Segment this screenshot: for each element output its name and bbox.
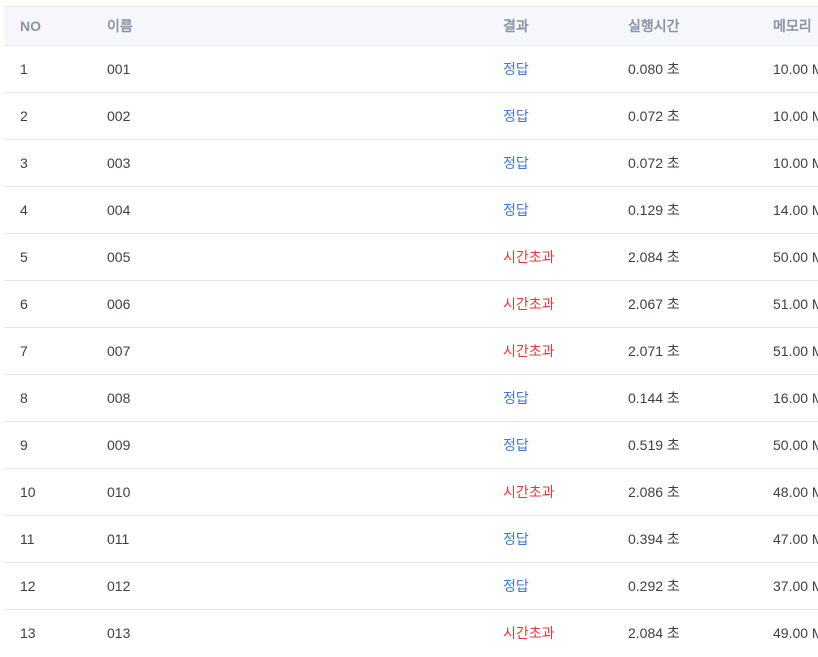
- cell-no: 10: [20, 484, 36, 500]
- cell-name: 005: [107, 249, 131, 265]
- cell-result: 정답: [503, 390, 529, 406]
- table-row: 13 013 시간초과 2.084 초 49.00 MB: [4, 610, 818, 657]
- cell-name: 003: [107, 155, 131, 171]
- cell-result: 시간초과: [503, 296, 555, 312]
- cell-no: 1: [20, 61, 28, 77]
- cell-result: 시간초과: [503, 249, 555, 265]
- table-row: 6 006 시간초과 2.067 초 51.00 MB: [4, 281, 818, 328]
- column-header-name: 이름: [107, 18, 133, 34]
- cell-no: 2: [20, 108, 28, 124]
- cell-time: 2.086 초: [628, 484, 680, 500]
- cell-result: 정답: [503, 155, 529, 171]
- column-header-memory: 메모리: [773, 18, 812, 34]
- cell-memory: 10.00 MB: [773, 155, 818, 171]
- cell-result: 정답: [503, 61, 529, 77]
- cell-name: 002: [107, 108, 131, 124]
- table-row: 10 010 시간초과 2.086 초 48.00 MB: [4, 469, 818, 516]
- cell-result: 정답: [503, 202, 529, 218]
- cell-memory: 10.00 MB: [773, 61, 818, 77]
- cell-no: 3: [20, 155, 28, 171]
- cell-name: 007: [107, 343, 131, 359]
- cell-result: 정답: [503, 437, 529, 453]
- table-row: 11 011 정답 0.394 초 47.00 MB: [4, 516, 818, 563]
- cell-name: 004: [107, 202, 131, 218]
- cell-no: 6: [20, 296, 28, 312]
- cell-memory: 50.00 MB: [773, 249, 818, 265]
- cell-no: 9: [20, 437, 28, 453]
- cell-memory: 48.00 MB: [773, 484, 818, 500]
- test-results-panel: NO 이름 결과 실행시간 메모리 1001정답0.080 초10.00 MB2…: [4, 6, 818, 657]
- table-body: 1 001 정답 0.080 초 10.00 MB 2 002 정답 0.072 초 10.00 …: [4, 46, 818, 657]
- cell-time: 2.084 초: [628, 249, 680, 265]
- cell-time: 2.067 초: [628, 296, 680, 312]
- test-results-table: NO 이름 결과 실행시간 메모리 1001정답0.080 초10.00 MB2…: [4, 6, 818, 657]
- cell-no: 13: [20, 625, 36, 642]
- cell-memory: 37.00 MB: [773, 578, 818, 594]
- cell-result: 시간초과: [503, 625, 555, 642]
- cell-time: 0.292 초: [628, 578, 680, 594]
- cell-memory: 50.00 MB: [773, 437, 818, 453]
- table-row: 3 003 정답 0.072 초 10.00 MB: [4, 140, 818, 187]
- cell-name: 012: [107, 578, 131, 594]
- cell-result: 정답: [503, 108, 529, 124]
- cell-time: 0.144 초: [628, 390, 680, 406]
- header-row: NO 이름 결과 실행시간 메모리: [4, 6, 818, 46]
- cell-name: 006: [107, 296, 131, 312]
- cell-name: 013: [107, 625, 131, 642]
- cell-result: 정답: [503, 578, 529, 594]
- cell-memory: 49.00 MB: [773, 625, 818, 642]
- cell-time: 0.080 초: [628, 61, 680, 77]
- cell-result: 시간초과: [503, 484, 555, 500]
- cell-time: 0.072 초: [628, 108, 680, 124]
- column-header-result: 결과: [503, 18, 529, 34]
- table-row: 1 001 정답 0.080 초 10.00 MB: [4, 46, 818, 93]
- table-row: 5 005 시간초과 2.084 초 50.00 MB: [4, 234, 818, 281]
- cell-memory: 47.00 MB: [773, 531, 818, 547]
- cell-no: 8: [20, 390, 28, 406]
- cell-memory: 10.00 MB: [773, 108, 818, 124]
- table-row: 12 012 정답 0.292 초 37.00 MB: [4, 563, 818, 610]
- table-row: 4 004 정답 0.129 초 14.00 MB: [4, 187, 818, 234]
- cell-time: 0.129 초: [628, 202, 680, 218]
- cell-no: 7: [20, 343, 28, 359]
- cell-memory: 51.00 MB: [773, 343, 818, 359]
- cell-time: 2.071 초: [628, 343, 680, 359]
- cell-name: 010: [107, 484, 131, 500]
- column-header-no: NO: [20, 18, 41, 34]
- table-row: 2 002 정답 0.072 초 10.00 MB: [4, 93, 818, 140]
- column-header-time: 실행시간: [628, 18, 680, 34]
- cell-time: 2.084 초: [628, 625, 680, 642]
- table-header: NO 이름 결과 실행시간 메모리: [4, 6, 818, 46]
- cell-name: 008: [107, 390, 131, 406]
- cell-no: 5: [20, 249, 28, 265]
- table-row: 8 008 정답 0.144 초 16.00 MB: [4, 375, 818, 422]
- cell-name: 011: [107, 531, 130, 547]
- table-row: 9 009 정답 0.519 초 50.00 MB: [4, 422, 818, 469]
- cell-memory: 14.00 MB: [773, 202, 818, 218]
- cell-no: 12: [20, 578, 36, 594]
- cell-name: 001: [107, 61, 131, 77]
- cell-result: 시간초과: [503, 343, 555, 359]
- cell-no: 4: [20, 202, 28, 218]
- cell-no: 11: [20, 531, 35, 547]
- cell-time: 0.519 초: [628, 437, 680, 453]
- table-row: 7 007 시간초과 2.071 초 51.00 MB: [4, 328, 818, 375]
- cell-time: 0.394 초: [628, 531, 680, 547]
- cell-memory: 51.00 MB: [773, 296, 818, 312]
- cell-time: 0.072 초: [628, 155, 680, 171]
- cell-result: 정답: [503, 531, 529, 547]
- cell-name: 009: [107, 437, 131, 453]
- cell-memory: 16.00 MB: [773, 390, 818, 406]
